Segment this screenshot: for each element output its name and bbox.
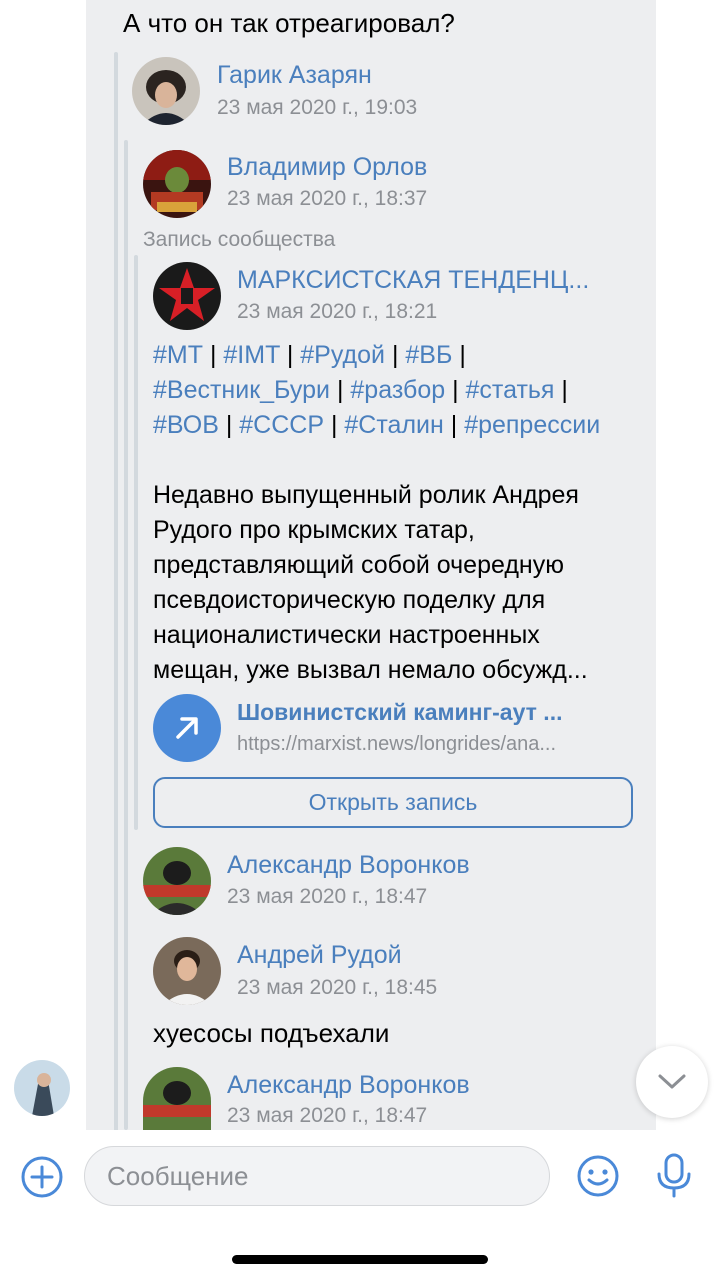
microphone-icon [657,1153,691,1198]
hashtag[interactable]: #IMT [223,341,280,369]
post-text-line: Рудого про крымских татар, [153,516,475,544]
home-indicator[interactable] [232,1255,488,1264]
hashtag[interactable]: #ВОВ [153,411,219,439]
sender-avatar[interactable] [14,1060,70,1116]
open-post-button[interactable]: Открыть запись [153,777,633,828]
post-text-line: националистически настроенных [153,621,540,649]
hashtag-line: #ВОВ | #СССР | #Сталин | #репрессии [153,411,601,439]
post-date: 23 мая 2020 г., 18:21 [237,300,438,323]
hashtag[interactable]: #разбор [350,376,445,404]
quote-line [114,52,118,1132]
emoji-button[interactable] [576,1154,620,1198]
hashtag[interactable]: #репрессии [464,411,600,439]
add-attachment-button[interactable] [20,1155,64,1199]
post-text-line: псевдоисторическую поделку для [153,586,546,614]
author-name[interactable]: Гарик Азарян [217,61,372,90]
author-name[interactable]: Александр Воронков [227,1071,470,1100]
chevron-down-icon [658,1074,686,1089]
post-date: 23 мая 2020 г., 18:45 [237,976,438,999]
reply-text: хуесосы подъехали [153,1018,390,1048]
hashtag-line: #Вестник_Бури | #разбор | #статья | [153,376,568,404]
hashtags: #МТ | #IMT | #Рудой | #ВБ | #Вестник_Бур… [153,338,600,443]
community-label: Запись сообщества [143,228,336,251]
community-avatar[interactable] [153,262,221,330]
message-text: А что он так отреагировал? [123,8,455,38]
voice-message-button[interactable] [654,1152,694,1200]
avatar[interactable] [143,847,211,915]
author-name[interactable]: Владимир Орлов [227,153,427,182]
post-date: 23 мая 2020 г., 18:37 [227,187,428,210]
author-name[interactable]: Александр Воронков [227,851,470,880]
link-url[interactable]: https://marxist.news/longrides/ana... [237,733,556,756]
post-text: Недавно выпущенный ролик Андрея Рудого п… [153,478,588,688]
hashtag[interactable]: #статья [466,376,555,404]
hashtag[interactable]: #Сталин [344,411,443,439]
avatar[interactable] [143,150,211,218]
hashtag[interactable]: #ВБ [405,341,452,369]
avatar[interactable] [132,57,200,125]
link-title[interactable]: Шовинистский каминг-аут ... [237,699,562,726]
author-name[interactable]: Андрей Рудой [237,941,402,970]
scroll-down-button[interactable] [636,1046,708,1118]
avatar[interactable] [153,937,221,1005]
message-input[interactable]: Сообщение [84,1146,550,1206]
post-text-line: мещан, уже вызвал немало обсужд... [153,656,588,684]
arrow-up-right-icon [176,717,198,739]
post-text-line: Недавно выпущенный ролик Андрея [153,481,579,509]
post-date: 23 мая 2020 г., 18:47 [227,885,428,908]
quote-line [124,140,128,1130]
post-text-line: представляющий собой очередную [153,551,564,579]
avatar[interactable] [143,1067,211,1130]
hashtag-line: #МТ | #IMT | #Рудой | #ВБ | [153,341,466,369]
hashtag[interactable]: #СССР [239,411,324,439]
post-date: 23 мая 2020 г., 19:03 [217,96,418,119]
add-icon [21,1156,63,1198]
hashtag[interactable]: #Рудой [300,341,385,369]
emoji-icon [577,1155,619,1197]
quote-line [134,255,138,830]
post-date: 23 мая 2020 г., 18:47 [227,1104,428,1127]
hashtag[interactable]: #МТ [153,341,203,369]
community-name[interactable]: МАРКСИСТСКАЯ ТЕНДЕНЦ... [237,266,589,295]
hashtag[interactable]: #Вестник_Бури [153,376,330,404]
link-attachment-icon[interactable] [153,694,221,762]
